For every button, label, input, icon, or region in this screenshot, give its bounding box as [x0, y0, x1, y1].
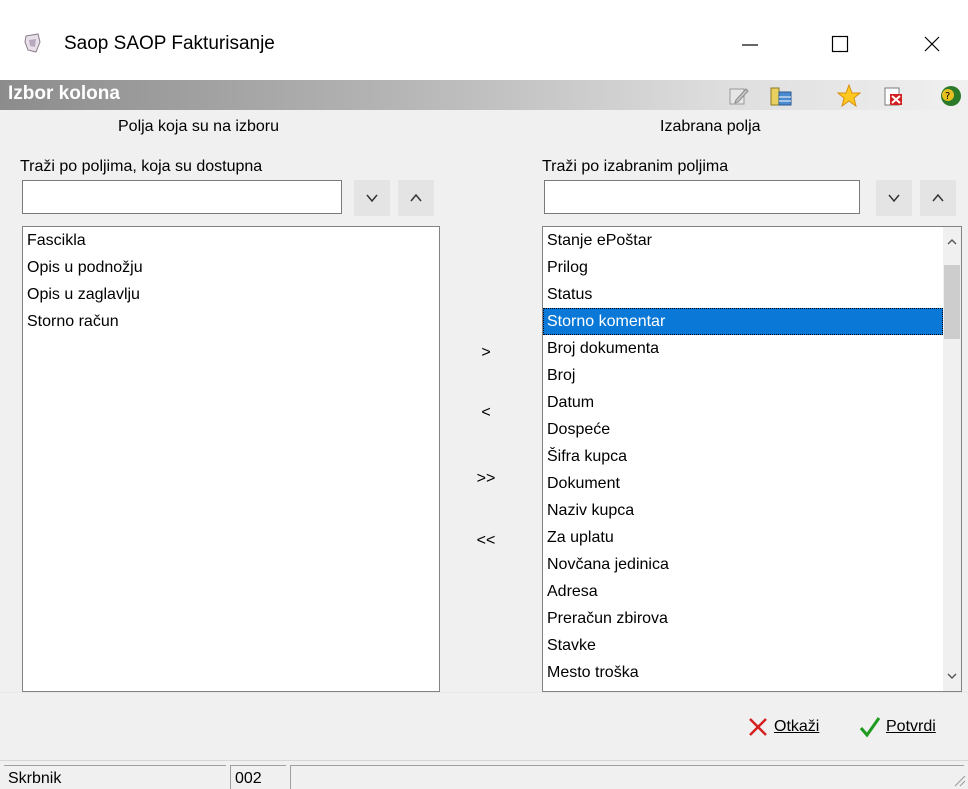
available-fields-list[interactable]: Fascikla Opis u podnožju Opis u zaglavlj…: [22, 226, 440, 692]
available-search-label: Traži po poljima, koja su dostupna: [20, 158, 263, 175]
chevron-down-icon: [947, 673, 957, 679]
available-fields-caption: Polja koja su na izboru: [118, 118, 279, 135]
list-item[interactable]: Opis u zaglavlju: [23, 281, 439, 308]
selected-fields-caption: Izabrana polja: [660, 118, 761, 135]
add-field-button[interactable]: >: [470, 340, 502, 366]
list-item[interactable]: Broj: [543, 362, 943, 389]
selected-fields-scrollbar[interactable]: [943, 227, 961, 691]
chevron-up-icon: [932, 193, 944, 202]
favorite-button[interactable]: [836, 83, 862, 109]
remove-all-fields-button[interactable]: <<: [470, 528, 502, 554]
dialog-caption: Izbor kolona: [8, 83, 120, 104]
list-item[interactable]: Mesto troška: [543, 659, 943, 686]
delete-icon: [884, 87, 902, 106]
window-title: Saop SAOP Fakturisanje: [64, 33, 275, 54]
selected-fields-items: Stanje ePoštar Prilog Status Storno komenta…: [543, 227, 943, 691]
selected-search-next-button[interactable]: [876, 180, 912, 216]
cancel-button[interactable]: Otkaži: [746, 712, 819, 742]
help-icon: ?: [941, 86, 961, 106]
selected-fields-list[interactable]: Stanje ePoštar Prilog Status Storno komenta…: [542, 226, 962, 692]
list-item[interactable]: Šifra kupca: [543, 443, 943, 470]
bottom-separator: [0, 692, 968, 693]
scroll-down-button[interactable]: [943, 663, 961, 689]
status-user: Skrbnik: [4, 765, 226, 789]
delete-button[interactable]: [880, 83, 906, 109]
resize-grip-icon[interactable]: [952, 773, 966, 787]
cancel-icon: [749, 718, 767, 736]
confirm-button[interactable]: Potvrdi: [858, 712, 936, 742]
list-item[interactable]: Storno komentar: [543, 308, 943, 335]
list-item[interactable]: Opis u podnožju: [23, 254, 439, 281]
status-bar: Skrbnik 002: [0, 760, 968, 789]
list-item[interactable]: Preračun zbirova: [543, 605, 943, 632]
close-icon: [924, 36, 940, 52]
checkmark-icon: [859, 717, 881, 738]
app-icon: [24, 33, 41, 53]
list-item[interactable]: Datum: [543, 389, 943, 416]
columns-icon: [770, 87, 792, 106]
help-button[interactable]: ?: [938, 83, 964, 109]
list-item[interactable]: Broj dokumenta: [543, 335, 943, 362]
edit-button[interactable]: [726, 83, 752, 109]
remove-field-button[interactable]: <: [470, 400, 502, 426]
star-icon: [837, 84, 861, 108]
close-button[interactable]: [904, 22, 960, 66]
selected-search-label: Traži po izabranim poljima: [542, 158, 729, 175]
status-message: [290, 765, 964, 789]
minimize-icon: [742, 44, 758, 46]
list-item[interactable]: Stanje ePoštar: [543, 227, 943, 254]
confirm-label: Potvrdi: [886, 718, 936, 735]
svg-text:?: ?: [945, 91, 950, 102]
chevron-down-icon: [888, 194, 900, 203]
list-item[interactable]: Za uplatu: [543, 524, 943, 551]
list-item[interactable]: Novčana jedinica: [543, 551, 943, 578]
chevron-up-icon: [947, 239, 957, 245]
chevron-up-icon: [410, 193, 422, 202]
selected-search-prev-button[interactable]: [920, 180, 956, 216]
list-item[interactable]: Storno račun: [23, 308, 439, 335]
scroll-up-button[interactable]: [943, 229, 961, 255]
scroll-thumb[interactable]: [944, 265, 960, 339]
status-code: 002: [230, 765, 286, 789]
dialog-header: Izbor kolona ?: [0, 80, 968, 110]
list-item[interactable]: Dospeće: [543, 416, 943, 443]
list-item[interactable]: Prilog: [543, 254, 943, 281]
maximize-button[interactable]: [812, 22, 868, 66]
edit-icon: [729, 88, 749, 105]
columns-button[interactable]: [768, 83, 794, 109]
list-item[interactable]: Adresa: [543, 578, 943, 605]
add-all-fields-button[interactable]: >>: [470, 466, 502, 492]
available-search-input[interactable]: [22, 180, 342, 214]
maximize-icon: [831, 35, 849, 53]
list-item[interactable]: Stavke: [543, 632, 943, 659]
available-search-prev-button[interactable]: [398, 180, 434, 216]
chevron-down-icon: [366, 194, 378, 203]
list-item[interactable]: Dokument: [543, 470, 943, 497]
minimize-button[interactable]: [722, 22, 778, 66]
available-search-next-button[interactable]: [354, 180, 390, 216]
cancel-label: Otkaži: [774, 718, 820, 735]
list-item[interactable]: Fascikla: [23, 227, 439, 254]
title-bar: Saop SAOP Fakturisanje: [0, 0, 968, 80]
selected-search-input[interactable]: [544, 180, 860, 214]
list-item[interactable]: Status: [543, 281, 943, 308]
list-item[interactable]: Naziv kupca: [543, 497, 943, 524]
